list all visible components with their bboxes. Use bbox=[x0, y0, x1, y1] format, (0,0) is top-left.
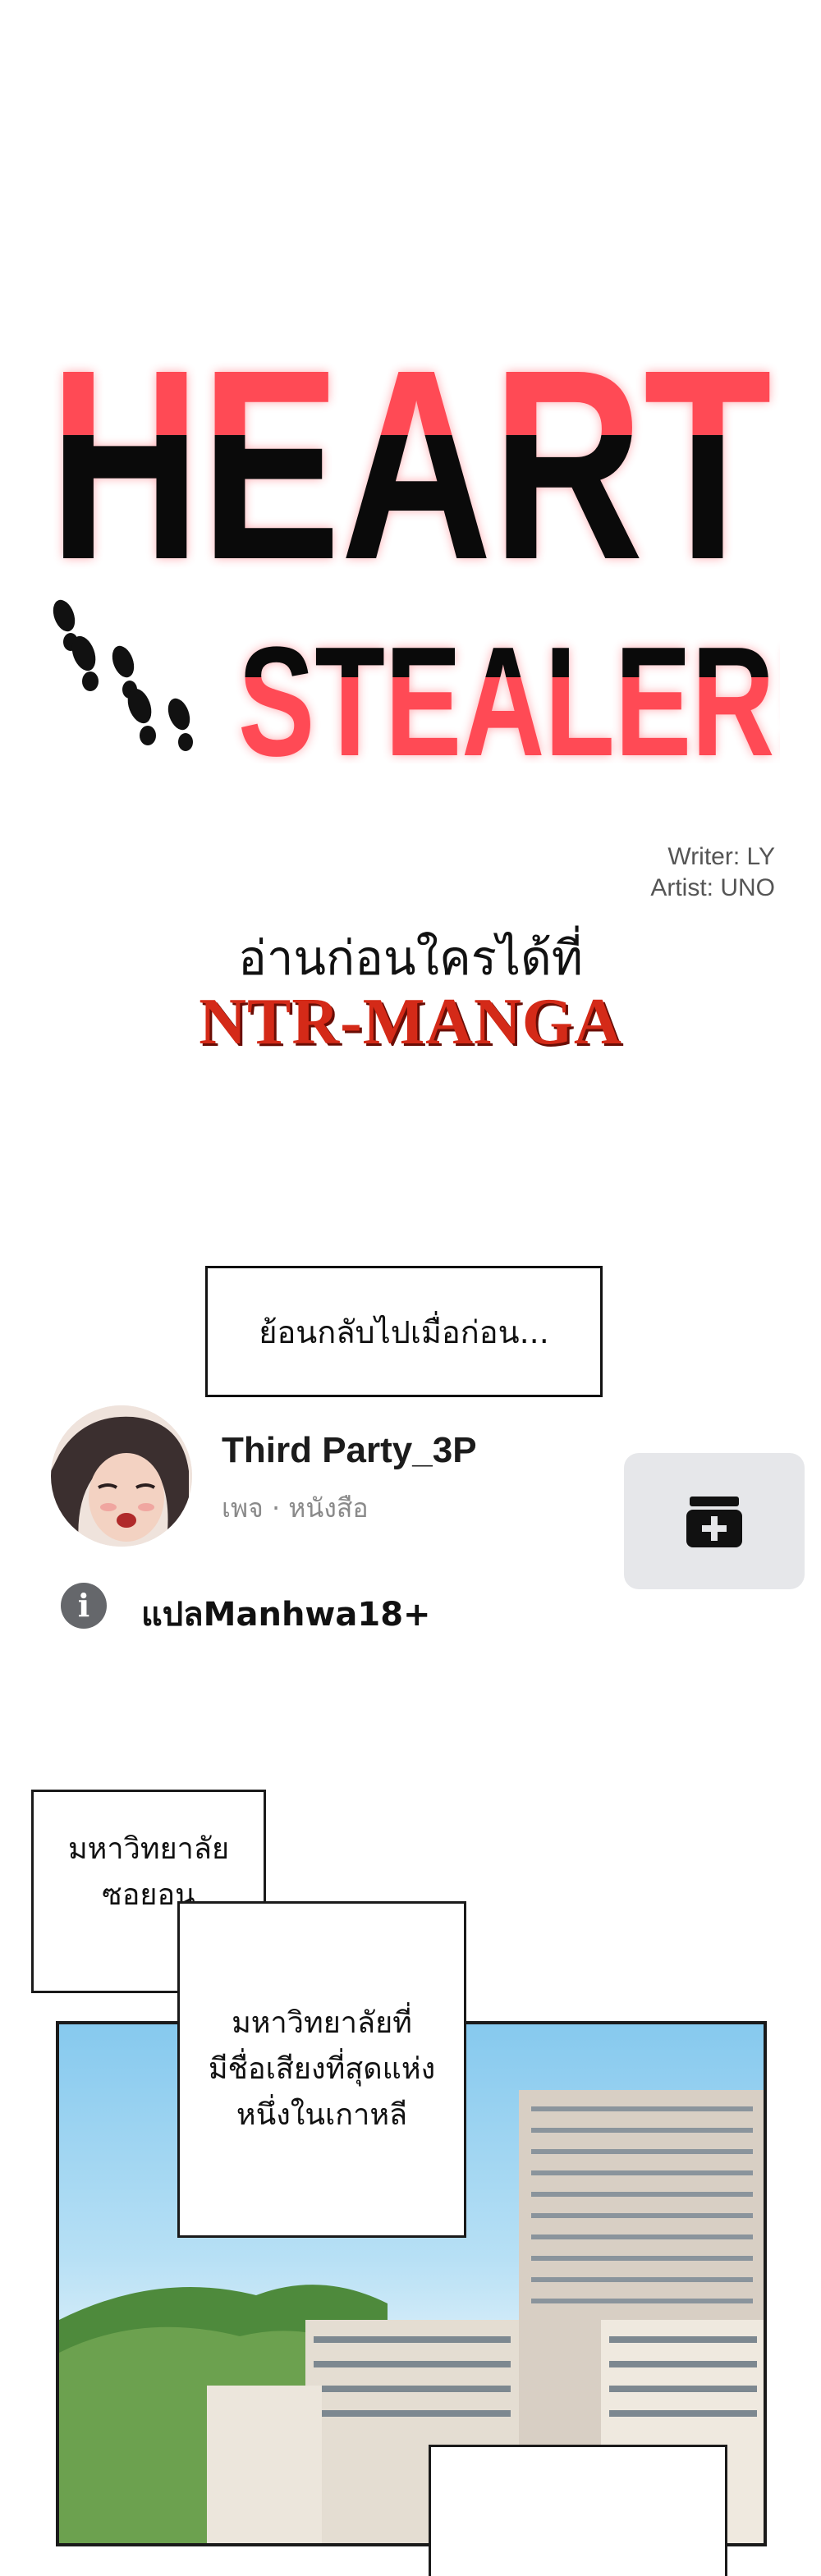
bubble1-line1: มหาวิทยาลัย bbox=[67, 1832, 230, 1866]
speech-bubble-3 bbox=[429, 2445, 727, 2576]
title-stealer-row: STEALER! STEALER! STEALER! bbox=[41, 591, 813, 789]
credits: Writer: LY Artist: UNO bbox=[650, 841, 775, 904]
page-meta: เพจ · หนังสือ bbox=[222, 1492, 369, 1524]
writer-credit: Writer: LY bbox=[667, 843, 775, 870]
site-logo: NTR-MANGA bbox=[199, 986, 622, 1058]
speech-bubble-2: มหาวิทยาลัยที่ มีชื่อเสียงที่สุดแห่ง หนึ… bbox=[177, 1901, 466, 2238]
bubble2-line1: มหาวิทยาลัยที่ bbox=[232, 2006, 412, 2040]
avatar[interactable] bbox=[51, 1405, 192, 1547]
title-heart: HEART HEART HEART bbox=[41, 312, 780, 575]
add-bookmark-icon bbox=[686, 1497, 742, 1547]
artist-credit: Artist: UNO bbox=[650, 874, 775, 901]
bubble2-line3: หนึ่งในเกาหลี bbox=[236, 2098, 408, 2132]
page-name[interactable]: Third Party_3P bbox=[222, 1430, 477, 1471]
caption-box: ย้อนกลับไปเมื่อก่อน... bbox=[205, 1266, 603, 1397]
bubble2-line2: มีชื่อเสียงที่สุดแห่ง bbox=[208, 2052, 436, 2086]
footprints-icon bbox=[53, 599, 193, 751]
info-icon: i bbox=[61, 1583, 107, 1629]
page-category: แปลManhwa18+ bbox=[141, 1596, 431, 1634]
follow-button[interactable] bbox=[624, 1453, 805, 1589]
